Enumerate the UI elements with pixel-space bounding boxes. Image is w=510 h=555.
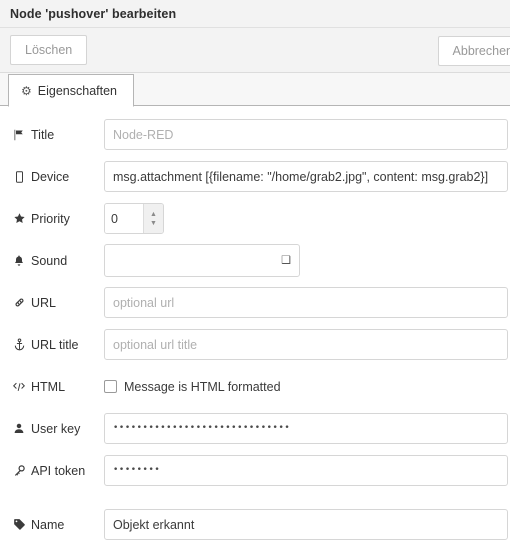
url-input[interactable] <box>104 287 508 318</box>
html-formatted-label[interactable]: Message is HTML formatted <box>124 380 281 394</box>
star-icon <box>12 212 26 225</box>
code-icon <box>12 381 26 393</box>
gear-icon: ⚙ <box>21 83 32 98</box>
tab-bar: ⚙ Eigenschaften <box>0 73 510 107</box>
field-priority: ▲ ▼ <box>104 203 508 234</box>
link-icon <box>12 296 26 309</box>
anchor-icon <box>12 338 26 351</box>
form-row-title: Title <box>0 118 510 151</box>
field-user-key: •••••••••••••••••••••••••••••• <box>104 413 508 444</box>
label-title: Title <box>12 128 104 142</box>
label-api-token: API token <box>12 464 104 478</box>
label-text: URL <box>31 295 57 310</box>
label-url: URL <box>12 296 104 310</box>
tag-icon <box>12 518 26 531</box>
page-title: Node 'pushover' bearbeiten <box>10 6 177 21</box>
label-text: Title <box>31 127 55 142</box>
key-icon <box>12 464 26 477</box>
label-text: HTML <box>31 379 66 394</box>
priority-input[interactable] <box>105 204 143 233</box>
dialog-header: Node 'pushover' bearbeiten <box>0 0 510 28</box>
sound-select[interactable] <box>104 244 300 277</box>
quantity-stepper[interactable]: ▲ ▼ <box>104 203 164 234</box>
field-sound: ❑ <box>104 244 508 277</box>
form-row-name: Name <box>0 508 510 541</box>
field-device <box>104 161 508 192</box>
stepper-up-icon[interactable]: ▲ <box>144 204 163 219</box>
bell-icon <box>12 254 26 267</box>
label-text: Name <box>31 517 65 532</box>
label-url-title: URL title <box>12 338 104 352</box>
field-name <box>104 509 508 540</box>
name-input[interactable] <box>104 509 508 540</box>
user-key-masked-value: •••••••••••••••••••••••••••••• <box>113 423 291 433</box>
form-row-api-token: API token •••••••• <box>0 454 510 487</box>
field-api-token: •••••••• <box>104 455 508 486</box>
html-formatted-checkbox[interactable] <box>104 380 117 393</box>
field-html: Message is HTML formatted <box>104 380 508 394</box>
label-html: HTML <box>12 380 104 394</box>
node-edit-dialog: Node 'pushover' bearbeiten Löschen Abbre… <box>0 0 510 555</box>
form-row-sound: Sound ❑ <box>0 244 510 277</box>
label-name: Name <box>12 518 104 532</box>
api-token-input[interactable]: •••••••• <box>104 455 508 486</box>
label-text: Device <box>31 169 70 184</box>
label-priority: Priority <box>12 212 104 226</box>
label-text: URL title <box>31 337 79 352</box>
label-text: User key <box>31 421 81 436</box>
label-user-key: User key <box>12 422 104 436</box>
form-row-url: URL <box>0 286 510 319</box>
dialog-button-bar: Löschen Abbrechen <box>0 28 510 73</box>
stepper-buttons: ▲ ▼ <box>143 204 163 233</box>
properties-form: Title Device Priorit <box>0 106 510 541</box>
form-row-user-key: User key •••••••••••••••••••••••••••••• <box>0 412 510 445</box>
form-row-url-title: URL title <box>0 328 510 361</box>
device-input[interactable] <box>104 161 508 192</box>
cancel-button[interactable]: Abbrechen <box>437 36 510 66</box>
delete-button[interactable]: Löschen <box>10 35 88 65</box>
url-title-input[interactable] <box>104 329 508 360</box>
tab-label: Eigenschaften <box>37 83 117 98</box>
label-text: Sound <box>31 253 68 268</box>
title-input[interactable] <box>104 119 508 150</box>
form-row-html: HTML Message is HTML formatted <box>0 370 510 403</box>
field-url-title <box>104 329 508 360</box>
label-text: API token <box>31 463 86 478</box>
label-text: Priority <box>31 211 70 226</box>
tab-eigenschaften[interactable]: ⚙ Eigenschaften <box>8 74 134 107</box>
label-device: Device <box>12 170 104 184</box>
field-title <box>104 119 508 150</box>
label-sound: Sound <box>12 254 104 268</box>
api-token-masked-value: •••••••• <box>113 465 161 475</box>
user-key-input[interactable]: •••••••••••••••••••••••••••••• <box>104 413 508 444</box>
stepper-down-icon[interactable]: ▼ <box>144 219 163 234</box>
user-icon <box>12 422 26 435</box>
form-row-priority: Priority ▲ ▼ <box>0 202 510 235</box>
flag-icon <box>12 129 26 141</box>
field-url <box>104 287 508 318</box>
mobile-device-icon <box>12 170 26 183</box>
sound-select-wrap: ❑ <box>104 244 300 277</box>
form-row-device: Device <box>0 160 510 193</box>
